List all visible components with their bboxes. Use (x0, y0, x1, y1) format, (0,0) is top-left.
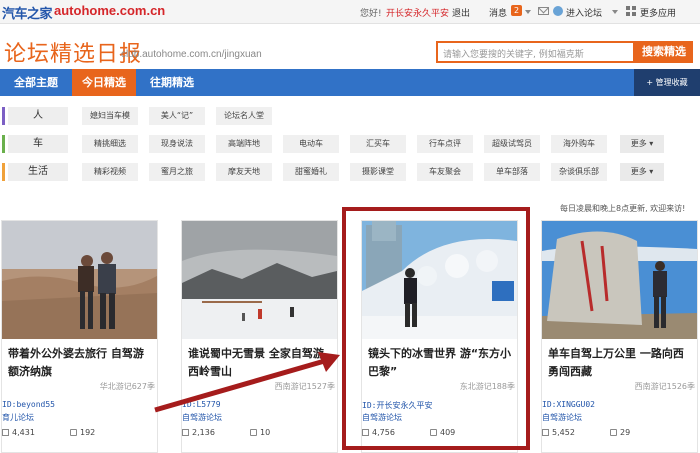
post-title[interactable]: 带着外公外婆去旅行 自驾游额济纳旗 (8, 345, 154, 381)
site-domain-logo[interactable]: autohome.com.cn (54, 3, 165, 18)
post-forum[interactable]: 育儿论坛 (2, 412, 34, 423)
tab-all-topics[interactable]: 全部主题 (0, 69, 72, 96)
post-photo[interactable] (542, 221, 697, 339)
category-chip[interactable]: 车友聚会 (417, 163, 473, 181)
category-label[interactable]: 人 (8, 107, 68, 125)
tab-past-picks[interactable]: 往期精选 (136, 69, 208, 96)
category-chip[interactable]: 美人“记” (149, 107, 205, 125)
more-label: 更多 (630, 167, 647, 176)
chevron-down-icon[interactable] (612, 10, 618, 14)
page-url: club.autohome.com.cn/jingxuan (121, 49, 262, 60)
top-bar: 汽车之家 autohome.com.cn 您好! 开长安永久平安 退出 消息 2… (0, 0, 700, 24)
post-photo[interactable] (2, 221, 157, 339)
views-icon (2, 429, 9, 436)
category-chip[interactable]: 摩友天地 (216, 163, 272, 181)
greeting-text: 您好! (360, 9, 382, 19)
post-photo[interactable] (182, 221, 337, 339)
views-icon (182, 429, 189, 436)
category-marker (2, 107, 5, 125)
search-button[interactable]: 搜索精选 (635, 41, 693, 63)
post-replies: 29 (620, 428, 631, 437)
category-chip[interactable]: 甜蜜婚礼 (283, 163, 339, 181)
category-chip[interactable]: 精彩视频 (82, 163, 138, 181)
category-chip[interactable]: 超级试驾员 (484, 135, 540, 153)
highlight-box (342, 207, 530, 450)
category-chip[interactable]: 杂谈俱乐部 (551, 163, 607, 181)
category-row-cars: 车 精挑细选 现身说法 高端阵地 电动车 汇买车 行车点评 超级试驾员 海外购车… (0, 133, 700, 155)
post-region: 华北游记627季 (99, 382, 155, 391)
post-title[interactable]: 单车自驾上万公里 一路向西勇闯西藏 (548, 345, 694, 381)
more-button[interactable]: 更多 ▾ (620, 135, 664, 153)
post-card[interactable]: 带着外公外婆去旅行 自驾游额济纳旗 华北游记627季 ID:beyond55 育… (1, 220, 158, 453)
category-chip[interactable]: 媳妇当车模 (82, 107, 138, 125)
category-chip[interactable]: 海外购车 (551, 135, 607, 153)
messages-link[interactable]: 消息 (489, 6, 507, 19)
category-row-people: 人 媳妇当车模 美人“记” 论坛名人堂 (0, 105, 700, 127)
views-icon (542, 429, 549, 436)
category-marker (2, 135, 5, 153)
message-count-badge: 2 (511, 5, 522, 16)
category-chip[interactable]: 精挑细选 (82, 135, 138, 153)
post-region: 西南游记1526季 (634, 382, 695, 391)
main-nav: 全部主题 今日精选 往期精选 + 管理收藏 (0, 69, 700, 96)
category-label[interactable]: 生活 (8, 163, 68, 181)
post-views: 5,452 (552, 428, 575, 437)
update-notice: 每日凌晨和晚上8点更新, 欢迎来访! (560, 204, 686, 213)
category-chip[interactable]: 论坛名人堂 (216, 107, 272, 125)
more-label: 更多 (630, 139, 647, 148)
category-chip[interactable]: 单车部落 (484, 163, 540, 181)
post-author[interactable]: ID:beyond55 (2, 400, 55, 409)
category-label[interactable]: 车 (8, 135, 68, 153)
category-chip[interactable]: 行车点评 (417, 135, 473, 153)
post-replies: 192 (80, 428, 96, 437)
replies-icon (250, 429, 257, 436)
mail-icon[interactable] (538, 7, 549, 15)
site-logo[interactable]: 汽车之家 (2, 3, 53, 22)
more-apps-link[interactable]: 更多应用 (640, 6, 676, 19)
post-views: 2,136 (192, 428, 215, 437)
manage-favorites-button[interactable]: + 管理收藏 (634, 69, 700, 96)
forum-icon (553, 6, 563, 16)
category-chip[interactable]: 汇买车 (350, 135, 406, 153)
post-card[interactable]: 单车自驾上万公里 一路向西勇闯西藏 西南游记1526季 ID:XINGGU02 … (541, 220, 698, 453)
username-link[interactable]: 开长安永久平安 (386, 6, 449, 19)
chevron-down-icon[interactable] (525, 10, 531, 14)
post-replies: 10 (260, 428, 271, 437)
tab-today-picks[interactable]: 今日精选 (72, 69, 136, 96)
more-button[interactable]: 更多 ▾ (620, 163, 664, 181)
category-chip[interactable]: 高端阵地 (216, 135, 272, 153)
category-marker (2, 163, 5, 181)
apps-grid-icon (626, 6, 636, 16)
enter-forum-link[interactable]: 进入论坛 (566, 6, 602, 19)
annotation-arrow-icon (154, 352, 340, 413)
category-chip[interactable]: 现身说法 (149, 135, 205, 153)
post-forum[interactable]: 自驾游论坛 (542, 412, 582, 423)
replies-icon (70, 429, 77, 436)
category-chip[interactable]: 蜜月之旅 (149, 163, 205, 181)
post-views: 4,431 (12, 428, 35, 437)
search-input[interactable]: 请输入您要搜的关键字, 例如福克斯 (436, 41, 635, 63)
category-chip[interactable]: 摄影课堂 (350, 163, 406, 181)
post-author[interactable]: ID:XINGGU02 (542, 400, 595, 409)
category-row-life: 生活 精彩视频 蜜月之旅 摩友天地 甜蜜婚礼 摄影课堂 车友聚会 单车部落 杂谈… (0, 161, 700, 183)
logout-link[interactable]: 退出 (452, 6, 470, 19)
replies-icon (610, 429, 617, 436)
category-chip[interactable]: 电动车 (283, 135, 339, 153)
